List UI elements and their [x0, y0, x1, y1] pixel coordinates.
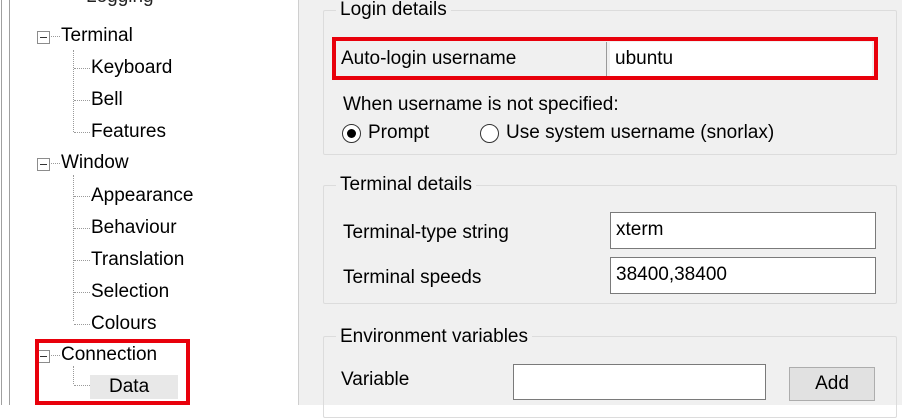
tree-item-terminal[interactable]: Terminal: [61, 25, 133, 47]
terminal-type-input[interactable]: xterm: [610, 212, 876, 249]
tree-connector: [74, 292, 90, 293]
tree-item-bell[interactable]: Bell: [91, 89, 123, 111]
tree-connector: [74, 100, 90, 101]
tree-connector: [74, 132, 90, 133]
terminal-speeds-input[interactable]: 38400,38400: [610, 257, 876, 294]
settings-panel: Login details Auto-login username ubuntu…: [299, 0, 902, 418]
add-button[interactable]: Add: [789, 367, 875, 401]
window-border-line: [1, 0, 2, 405]
collapse-toggle-icon[interactable]: [37, 31, 50, 44]
variable-input[interactable]: [513, 364, 766, 400]
tree-item-keyboard[interactable]: Keyboard: [91, 57, 172, 79]
tree-connector: [74, 324, 90, 325]
tree-item-window[interactable]: Window: [61, 152, 129, 174]
tree-item-logging[interactable]: Logging: [86, 0, 154, 8]
field-divider: [606, 42, 607, 76]
autologin-username-label: Auto-login username: [341, 48, 517, 69]
collapse-toggle-icon[interactable]: [37, 158, 50, 171]
tree-connector: [74, 385, 90, 386]
tree-connector: [74, 68, 90, 69]
tree-item-selection[interactable]: Selection: [91, 281, 169, 303]
terminal-details-title: Terminal details: [336, 174, 476, 196]
system-username-radio-label[interactable]: Use system username (snorlax): [506, 122, 774, 144]
tree-item-translation[interactable]: Translation: [91, 249, 184, 271]
tree-connector: [73, 366, 74, 384]
tree-connector: [74, 196, 90, 197]
tree-connector: [73, 50, 74, 132]
when-username-label: When username is not specified:: [343, 94, 619, 115]
prompt-radio[interactable]: [342, 124, 361, 143]
terminal-type-label: Terminal-type string: [343, 222, 509, 243]
environment-variables-title: Environment variables: [336, 326, 532, 348]
prompt-radio-label[interactable]: Prompt: [368, 122, 429, 144]
tree-item-data[interactable]: Data: [109, 376, 149, 398]
collapse-toggle-icon[interactable]: [37, 350, 50, 363]
tree-item-connection[interactable]: Connection: [61, 344, 157, 366]
terminal-speeds-label: Terminal speeds: [343, 267, 482, 288]
tree-item-appearance[interactable]: Appearance: [91, 185, 193, 207]
tree-connector: [74, 228, 90, 229]
window-border-line: [9, 0, 10, 405]
tree-item-behaviour[interactable]: Behaviour: [91, 217, 177, 239]
autologin-username-input[interactable]: ubuntu: [610, 42, 872, 76]
variable-label: Variable: [341, 369, 410, 390]
tree-item-features[interactable]: Features: [91, 121, 166, 143]
tree-item-colours[interactable]: Colours: [91, 313, 156, 335]
login-details-title: Login details: [336, 0, 451, 21]
tree-connector: [74, 260, 90, 261]
category-tree[interactable]: Logging Terminal Keyboard Bell Features …: [12, 0, 299, 405]
system-username-radio[interactable]: [480, 124, 499, 143]
